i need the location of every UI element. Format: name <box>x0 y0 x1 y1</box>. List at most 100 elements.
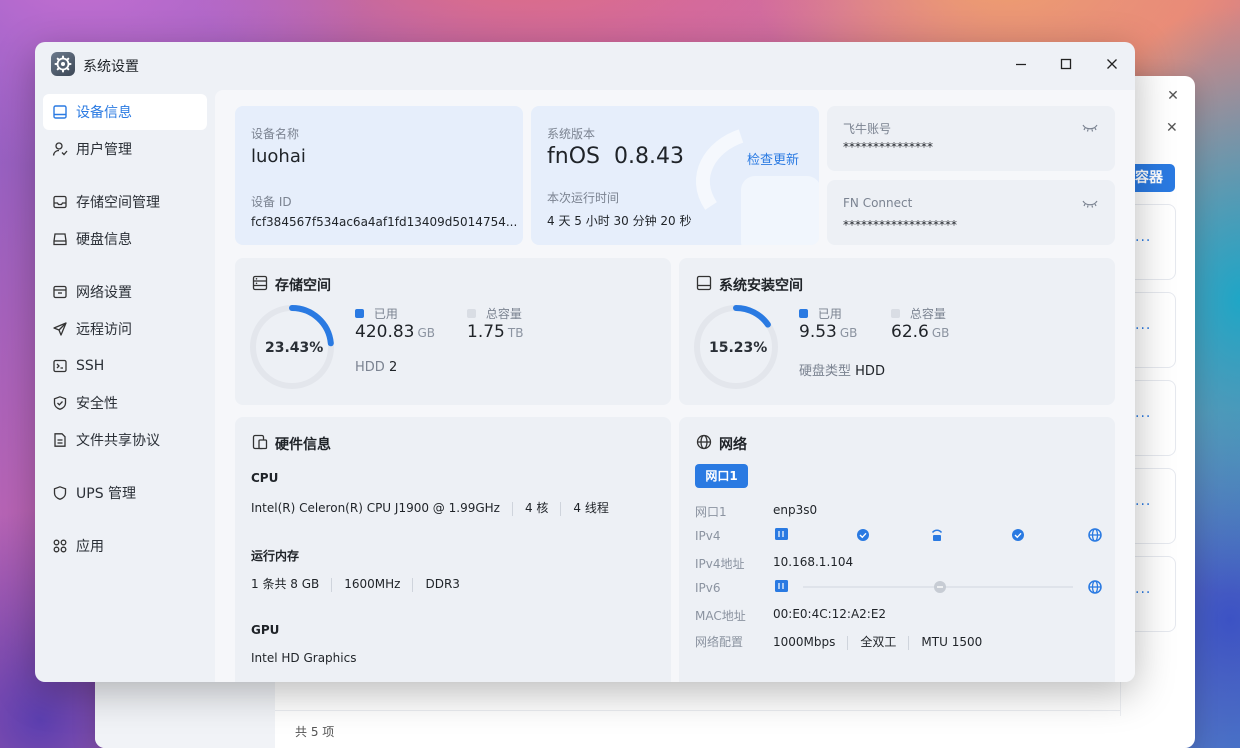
more-icon[interactable]: ··· <box>1135 497 1151 513</box>
background-close-icon[interactable]: ✕ <box>1165 88 1181 104</box>
hardware-card: 硬件信息 CPU Intel(R) Celeron(R) CPU J1900 @… <box>235 417 671 682</box>
device-id-label: 设备 ID <box>251 195 292 209</box>
uptime: 4 天 5 小时 30 分钟 20 秒 <box>547 214 692 228</box>
sidebar: 设备信息 用户管理 存储空间管理 硬盘信息 网络设置 远程访问 SSH 安全性 <box>35 90 215 682</box>
hardware-title: 硬件信息 <box>275 437 331 453</box>
system-space-card[interactable]: 系统安装空间 15.23% 已用 9.53 GB 总容量 62.6 GB 硬盘类型 … <box>679 258 1115 405</box>
system-version: fnOS 0.8.43 <box>547 144 684 169</box>
storage-total-unit: TB <box>507 326 524 340</box>
sidebar-item-ssh[interactable]: SSH <box>43 348 207 384</box>
system-space-used-label: 已用 <box>817 307 842 321</box>
tab-port-1[interactable]: 网口1 <box>695 464 748 488</box>
ipv4-connection-diagram <box>775 528 1102 542</box>
hardware-icon <box>252 434 268 450</box>
separator <box>908 635 910 650</box>
sidebar-item-label: 用户管理 <box>76 142 132 158</box>
sidebar-item-network-settings[interactable]: 网络设置 <box>43 274 207 310</box>
storage-total-label: 总容量 <box>485 307 522 321</box>
fnos-watermark-icon <box>695 129 819 245</box>
more-icon[interactable]: ··· <box>1135 585 1151 601</box>
gpu-label: GPU <box>251 623 280 637</box>
sidebar-item-label: UPS 管理 <box>76 486 137 502</box>
cpu-model: Intel(R) Celeron(R) CPU J1900 @ 1.99GHz <box>251 501 500 515</box>
sidebar-item-security[interactable]: 安全性 <box>43 385 207 421</box>
disk-icon <box>52 231 68 247</box>
more-icon[interactable]: ··· <box>1135 409 1151 425</box>
memory-count: 1 条共 8 GB <box>251 577 320 591</box>
memory-info: 1 条共 8 GB 1600MHz DDR3 <box>251 575 460 592</box>
device-id: fcf384567f534ac6a4af1fd13409d5014754... <box>251 215 518 229</box>
system-version-label: 系统版本 <box>547 127 596 141</box>
sidebar-item-apps[interactable]: 应用 <box>43 528 207 564</box>
globe-icon <box>696 434 712 450</box>
storage-used-unit: GB <box>417 326 436 340</box>
storage-icon <box>52 194 68 210</box>
shield-icon <box>52 395 68 411</box>
sidebar-item-ups-management[interactable]: UPS 管理 <box>43 475 207 511</box>
sidebar-item-storage-management[interactable]: 存储空间管理 <box>43 184 207 220</box>
sidebar-item-disk-info[interactable]: 硬盘信息 <box>43 221 207 257</box>
background-panel-close-icon[interactable]: ✕ <box>1166 120 1178 136</box>
mtu: MTU 1500 <box>921 635 983 649</box>
sidebar-item-label: 应用 <box>76 539 104 555</box>
maximize-button[interactable] <box>1052 52 1080 76</box>
terminal-icon <box>52 358 68 374</box>
storage-disk-type: HDD <box>355 360 385 375</box>
device-name-label: 设备名称 <box>251 127 300 141</box>
content-area: 设备名称 luohai 设备 ID fcf384567f534ac6a4af1f… <box>215 90 1135 682</box>
close-button[interactable] <box>1098 52 1126 76</box>
system-space-total-legend: 总容量 <box>891 305 946 322</box>
disk-type-value: HDD <box>855 364 885 379</box>
separator <box>331 577 333 592</box>
sidebar-item-device-info[interactable]: 设备信息 <box>43 94 207 130</box>
storage-percent: 23.43% <box>265 340 324 356</box>
storage-total: 1.75 <box>467 322 505 342</box>
separator <box>847 635 849 650</box>
ipv4-address-label: IPv4地址 <box>695 557 745 571</box>
storage-used: 420.83 <box>355 322 415 342</box>
link-speed: 1000Mbps <box>773 635 836 649</box>
sidebar-item-remote-access[interactable]: 远程访问 <box>43 311 207 347</box>
sidebar-item-label: 存储空间管理 <box>76 195 160 211</box>
network-config-label: 网络配置 <box>695 635 744 649</box>
background-footer-count: 共 5 项 <box>275 710 1195 748</box>
ups-icon <box>52 485 68 501</box>
titlebar[interactable]: 系统设置 <box>35 42 1135 86</box>
used-legend-swatch <box>799 309 808 318</box>
network-card: 网络 网口1 网口1 enp3s0 IPv4 IPv4地址 10.168.1.1… <box>679 417 1115 682</box>
sidebar-item-user-management[interactable]: 用户管理 <box>43 131 207 167</box>
sidebar-item-label: 设备信息 <box>76 105 132 121</box>
ipv6-label: IPv6 <box>695 581 721 595</box>
network-config: 1000Mbps 全双工 MTU 1500 <box>773 633 982 650</box>
check-update-link[interactable]: 检查更新 <box>747 149 799 168</box>
more-icon[interactable]: ··· <box>1135 321 1151 337</box>
window-title: 系统设置 <box>83 59 139 75</box>
feiniu-account-value: *************** <box>843 140 933 154</box>
minimize-button[interactable] <box>1007 52 1035 76</box>
eye-closed-icon[interactable] <box>1082 198 1098 210</box>
ipv4-address: 10.168.1.104 <box>773 555 854 569</box>
more-icon[interactable]: ··· <box>1135 233 1151 249</box>
cpu-threads: 4 线程 <box>573 501 609 515</box>
system-space-disk-info: 硬盘类型 HDD <box>799 360 885 379</box>
add-container-button[interactable]: 容器 <box>1135 164 1175 192</box>
sidebar-item-label: 安全性 <box>76 396 118 412</box>
memory-speed: 1600MHz <box>344 577 401 591</box>
cpu-cores: 4 核 <box>524 501 549 515</box>
network-title: 网络 <box>719 437 747 453</box>
file-icon <box>52 432 68 448</box>
storage-card[interactable]: 存储空间 23.43% 已用 420.83 GB 总容量 1.75 TB HDD 2 <box>235 258 671 405</box>
feiniu-account-label: 飞牛账号 <box>843 122 892 136</box>
system-space-used-unit: GB <box>839 326 858 340</box>
os-name: fnOS <box>547 144 600 169</box>
sidebar-item-file-sharing[interactable]: 文件共享协议 <box>43 422 207 458</box>
mac-label: MAC地址 <box>695 609 746 623</box>
minimize-icon <box>1016 63 1026 66</box>
total-legend-swatch <box>891 309 900 318</box>
fn-connect-label: FN Connect <box>843 196 913 210</box>
system-space-used-legend: 已用 <box>799 305 842 322</box>
system-space-title: 系统安装空间 <box>719 278 803 294</box>
eye-closed-icon[interactable] <box>1082 122 1098 134</box>
port-value: enp3s0 <box>773 503 818 517</box>
sidebar-item-label: SSH <box>76 358 105 374</box>
